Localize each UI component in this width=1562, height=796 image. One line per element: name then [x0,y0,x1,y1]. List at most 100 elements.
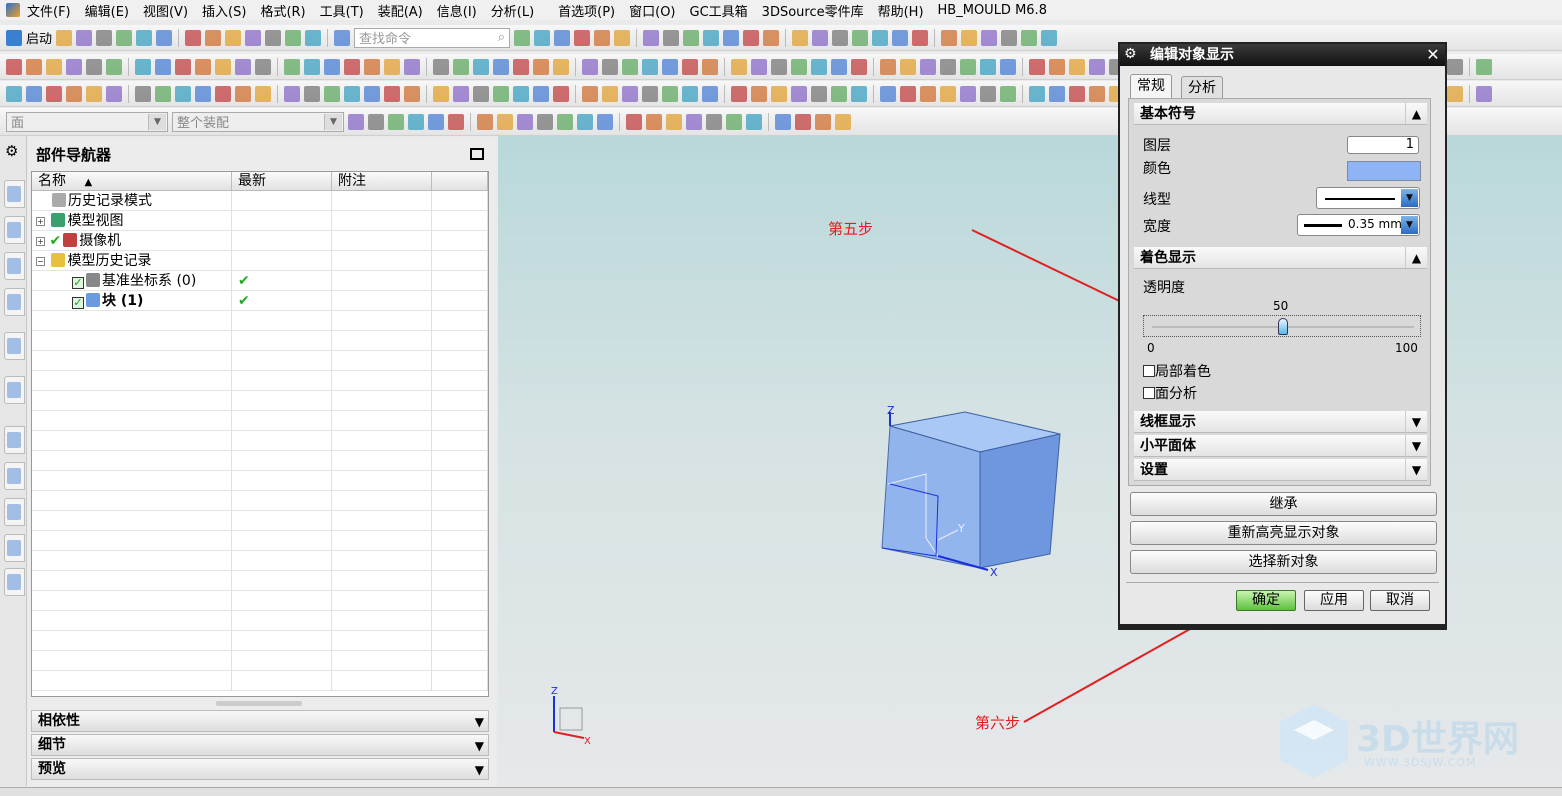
menu-item[interactable]: 文件(F) [20,1,78,20]
toolbar-tool-icon[interactable] [477,113,493,130]
table-row[interactable]: + ✔ 摄像机 [32,231,488,251]
toolbar-tool-icon[interactable] [1447,85,1463,102]
toolbar-tool-icon[interactable] [775,113,791,130]
toolbar-tool-icon[interactable] [682,58,698,75]
toolbar-tool-icon[interactable] [920,58,936,75]
toolbar-tool-icon[interactable] [304,85,320,102]
toolbar-tool-icon[interactable] [980,58,996,75]
menu-item[interactable]: 装配(A) [371,1,430,20]
toolbar-tool-icon[interactable] [175,85,191,102]
menu-item[interactable]: 编辑(E) [78,1,136,20]
toolbar-tool-icon[interactable] [683,29,700,46]
toolbar-tool-icon[interactable] [195,85,211,102]
toolbar-tool-icon[interactable] [156,29,173,46]
toolbar-tool-icon[interactable] [537,113,553,130]
toolbar-tool-icon[interactable] [920,85,936,102]
resource-tab-icon[interactable] [4,332,25,360]
toolbar-tool-icon[interactable] [811,58,827,75]
toolbar-tool-icon[interactable] [703,29,720,46]
toolbar-tool-icon[interactable] [602,85,618,102]
toolbar-tool-icon[interactable] [86,85,102,102]
resource-tab-icon[interactable] [4,462,25,490]
toolbar-tool-icon[interactable] [940,85,956,102]
toolbar-tool-icon[interactable] [812,29,829,46]
menu-item[interactable]: GC工具箱 [683,1,755,20]
command-search-input[interactable]: 查找命令 ⌕ [354,27,511,48]
toolbar-tool-icon[interactable] [235,85,251,102]
toolbar-tool-icon[interactable] [702,58,718,75]
toolbar-tool-icon[interactable] [388,113,404,130]
table-row[interactable]: + 模型视图 [32,211,488,231]
checkbox-icon[interactable]: ✓ [72,297,84,309]
toolbar-tool-icon[interactable] [175,58,191,75]
toolbar-tool-icon[interactable] [514,29,531,46]
gear-icon[interactable]: ⚙ [5,142,18,160]
toolbar-tool-icon[interactable] [453,58,469,75]
toolbar-tool-icon[interactable] [135,58,151,75]
ok-button[interactable]: 确定 [1236,590,1296,611]
toolbar-tool-icon[interactable] [980,85,996,102]
toolbar-tool-icon[interactable] [135,85,151,102]
toolbar-tool-icon[interactable] [364,58,380,75]
menu-item[interactable]: 工具(T) [313,1,371,20]
toolbar-tool-icon[interactable] [795,113,811,130]
shading-section[interactable]: 着色显示 ▲ [1134,247,1427,269]
toolbar-tool-icon[interactable] [832,29,849,46]
toolbar-tool-icon[interactable] [960,58,976,75]
toolbar-tool-icon[interactable] [215,85,231,102]
toolbar-tool-icon[interactable] [1049,58,1065,75]
toolbar-tool-icon[interactable] [553,85,569,102]
toolbar-tool-icon[interactable] [534,29,551,46]
color-swatch[interactable] [1347,161,1421,181]
toolbar-tool-icon[interactable] [771,58,787,75]
toolbar-tool-icon[interactable] [1089,58,1105,75]
settings-section[interactable]: 设置 ▼ [1134,459,1427,481]
tab-general[interactable]: 常规 [1130,74,1172,98]
toolbar-tool-icon[interactable] [334,29,351,46]
navigator-panel[interactable]: 预览 ▼ [31,758,489,780]
toolbar-tool-icon[interactable] [255,85,271,102]
toolbar-tool-icon[interactable] [912,29,929,46]
resource-tab-icon[interactable] [4,252,25,280]
toolbar-tool-icon[interactable] [726,113,742,130]
toolbar-tool-icon[interactable] [792,29,809,46]
toolbar-tool-icon[interactable] [815,113,831,130]
toolbar-tool-icon[interactable] [731,58,747,75]
toolbar-tool-icon[interactable] [348,113,364,130]
toolbar-tool-icon[interactable] [940,58,956,75]
resource-tab-icon[interactable] [4,216,25,244]
toolbar-tool-icon[interactable] [960,85,976,102]
column-notes[interactable]: 附注 [332,172,432,190]
toolbar-tool-icon[interactable] [981,29,998,46]
inherit-button[interactable]: 继承 [1130,492,1437,516]
menu-item[interactable]: 分析(L) [484,1,541,20]
toolbar-tool-icon[interactable] [1029,58,1045,75]
layer-input[interactable]: 1 [1347,136,1419,154]
toolbar-tool-icon[interactable] [473,58,489,75]
toolbar-tool-icon[interactable] [1049,85,1065,102]
resource-tab-icon[interactable] [4,180,25,208]
resource-tab-icon[interactable] [4,426,25,454]
toolbar-tool-icon[interactable] [344,58,360,75]
toolbar-tool-icon[interactable] [622,58,638,75]
toolbar-tool-icon[interactable] [304,58,320,75]
toolbar-tool-icon[interactable] [706,113,722,130]
toolbar-tool-icon[interactable] [577,113,593,130]
toolbar-tool-icon[interactable] [408,113,424,130]
toolbar-tool-icon[interactable] [622,85,638,102]
toolbar-tool-icon[interactable] [533,85,549,102]
toolbar-tool-icon[interactable] [517,113,533,130]
toolbar-tool-icon[interactable] [106,58,122,75]
toolbar-tool-icon[interactable] [851,58,867,75]
toolbar-tool-icon[interactable] [662,85,678,102]
column-latest[interactable]: 最新 [232,172,332,190]
toolbar-tool-icon[interactable] [602,58,618,75]
toolbar-tool-icon[interactable] [892,29,909,46]
toolbar-tool-icon[interactable] [686,113,702,130]
resource-tab-icon[interactable] [4,288,25,316]
navigator-panel[interactable]: 细节 ▼ [31,734,489,756]
toolbar-tool-icon[interactable] [1476,58,1492,75]
toolbar-tool-icon[interactable] [811,85,827,102]
toolbar-tool-icon[interactable] [285,29,302,46]
toolbar-tool-icon[interactable] [771,85,787,102]
